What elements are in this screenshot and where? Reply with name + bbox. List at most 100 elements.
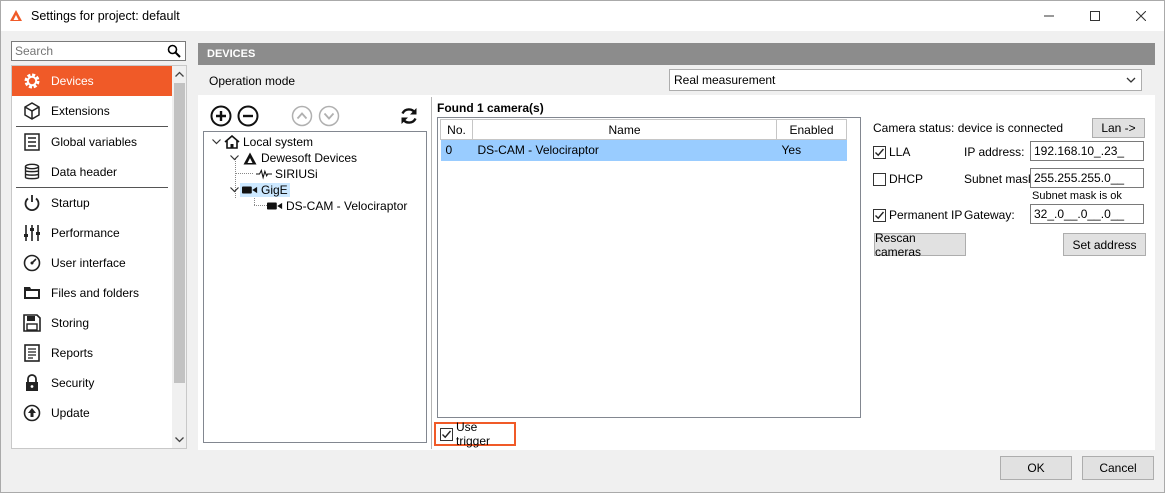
use-trigger-checkbox[interactable]: Use trigger [434,420,516,448]
dhcp-checkbox[interactable]: DHCP [873,172,923,186]
gateway-label: Gateway: [964,208,1015,222]
cell-enabled[interactable]: Yes [776,139,847,161]
sidebar-item-user-interface[interactable]: User interface [12,248,172,278]
power-icon [22,193,42,213]
move-up-icon[interactable] [291,105,313,127]
search-icon[interactable] [167,44,181,58]
add-device-icon[interactable] [210,105,232,127]
operation-mode-select[interactable]: Real measurement [669,69,1142,91]
ip-address-label: IP address: [964,145,1025,159]
minimize-icon [1044,15,1054,17]
expand-arrow-icon[interactable] [228,184,240,196]
column-header-enabled[interactable]: Enabled [776,119,847,140]
lla-checkbox[interactable]: LLA [873,145,910,159]
tree-node-local-system[interactable]: Local system [210,134,313,150]
page-title: DEVICES [198,43,1155,65]
subnet-mask-status: Subnet mask is ok [1032,190,1122,202]
database-icon [22,162,42,182]
refresh-icon[interactable] [398,105,420,127]
move-down-icon[interactable] [318,105,340,127]
remove-device-icon[interactable] [237,105,259,127]
video-camera-icon [267,199,283,213]
column-header-no[interactable]: No. [440,119,473,140]
tree-node-gige[interactable]: GigE [228,182,290,198]
tree-label: Local system [243,135,314,149]
sidebar-item-files-and-folders[interactable]: Files and folders [12,278,172,308]
maximize-icon [1090,11,1100,21]
sidebar-item-label: Update [51,406,90,420]
sidebar-item-performance[interactable]: Performance [12,218,172,248]
search-field[interactable] [11,41,186,61]
list-icon [22,132,42,152]
sidebar-item-reports[interactable]: Reports [12,338,172,368]
sidebar-item-global-variables[interactable]: Global variables [12,127,172,157]
use-trigger-label: Use trigger [456,420,491,448]
title-bar: Settings for project: default [1,1,1164,31]
permanent-ip-checkbox[interactable]: Permanent IP [873,208,962,222]
tree-node-dewesoft-devices[interactable]: Dewesoft Devices [228,150,357,166]
lan-button[interactable]: Lan -> [1092,118,1145,138]
subnet-mask-field[interactable]: 255.255.255.0__ [1030,168,1144,188]
sidebar-scrollbar[interactable] [172,66,186,448]
tree-node-sirius[interactable]: SIRIUSi [254,166,318,182]
sidebar-item-label: Files and folders [51,286,140,300]
sidebar-item-security[interactable]: Security [12,368,172,398]
checkbox-unchecked-icon[interactable] [873,172,886,186]
expand-arrow-icon[interactable] [210,136,222,148]
tree-label: SIRIUSi [275,167,318,181]
tree-line [235,173,253,174]
gear-icon [22,71,42,91]
sidebar-item-label: Data header [51,165,118,179]
tree-label: DS-CAM - Velociraptor [286,199,408,213]
ok-button[interactable]: OK [1000,456,1072,480]
sidebar-item-label: User interface [51,256,126,270]
camera-table[interactable]: No. Name Enabled 0 DS-CAM - Velociraptor… [437,117,861,418]
table-row[interactable]: 0 DS-CAM - Velociraptor Yes [440,139,847,161]
sidebar-item-label: Security [51,376,95,390]
dewesoft-logo-icon [242,151,258,165]
device-tree[interactable]: Local system Dewesoft Devices SIRIUSi Gi… [203,131,427,443]
subnet-mask-label: Subnet mask: [964,172,1038,186]
rescan-cameras-button[interactable]: Rescan cameras [874,231,966,259]
scroll-thumb[interactable] [174,83,185,383]
sidebar-item-storing[interactable]: Storing [12,308,172,338]
floppy-icon [22,313,42,333]
cell-name: DS-CAM - Velociraptor [472,139,777,161]
chevron-down-icon [1126,77,1136,83]
sidebar-item-data-header[interactable]: Data header [12,157,172,187]
operation-mode-row: Operation mode Real measurement [198,65,1155,95]
scroll-down-button[interactable] [172,432,186,448]
cube-icon [22,101,42,121]
gateway-field[interactable]: 32_.0__.0__.0__ [1030,204,1144,224]
checkbox-checked-icon[interactable] [873,145,886,159]
folders-icon [22,283,42,303]
sidebar-item-update[interactable]: Update [12,398,172,428]
cancel-button[interactable]: Cancel [1082,456,1154,480]
home-icon [224,135,240,149]
expand-arrow-icon[interactable] [228,152,240,164]
video-camera-icon [242,183,258,197]
checkbox-checked-icon[interactable] [440,427,453,441]
column-header-name[interactable]: Name [472,119,777,140]
permanent-ip-label: Permanent IP [889,208,963,222]
sidebar-item-extensions[interactable]: Extensions [12,96,172,126]
minimize-button[interactable] [1026,1,1072,31]
sidebar-item-label: Storing [51,316,90,330]
close-button[interactable] [1118,1,1164,31]
scroll-up-button[interactable] [172,66,186,82]
sidebar-item-startup[interactable]: Startup [12,188,172,218]
ip-address-field[interactable]: 192.168.10_.23_ [1030,141,1144,161]
tree-node-camera[interactable]: DS-CAM - Velociraptor [265,198,407,214]
checkbox-checked-icon[interactable] [873,208,886,222]
speedometer-icon [22,253,42,273]
settings-sidebar: Devices Extensions Global variables Data [11,65,187,449]
set-address-button[interactable]: Set address [1063,233,1146,256]
sliders-icon [22,223,42,243]
sidebar-item-label: Extensions [51,104,110,118]
lla-label: LLA [889,145,911,159]
sidebar-item-devices[interactable]: Devices [12,66,172,96]
maximize-button[interactable] [1072,1,1118,31]
sidebar-item-label: Performance [51,226,120,240]
tree-label: Dewesoft Devices [261,151,358,165]
search-input[interactable] [12,42,162,60]
